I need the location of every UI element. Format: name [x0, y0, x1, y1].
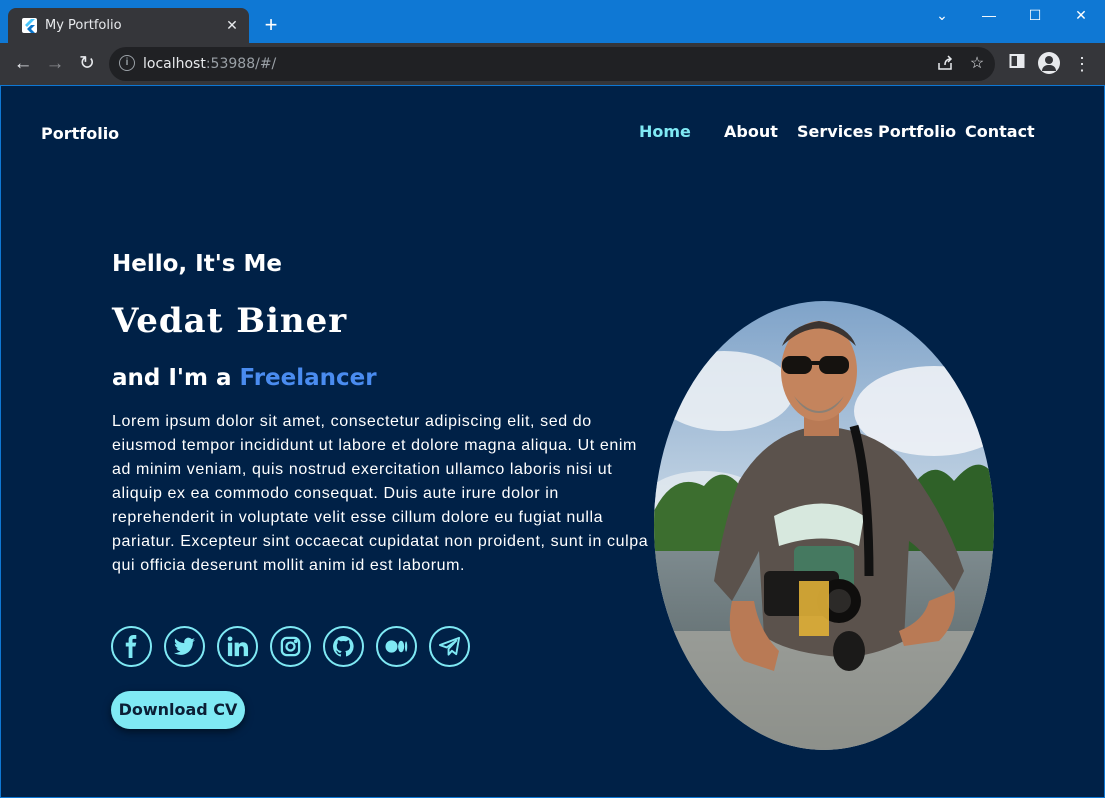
close-window-button[interactable]: ✕: [1058, 0, 1104, 32]
role-highlight: Freelancer: [239, 365, 377, 391]
address-bar[interactable]: i localhost:53988/#/ ☆: [109, 47, 995, 81]
nav-contact[interactable]: Contact: [965, 122, 1035, 141]
profile-icon[interactable]: [1038, 52, 1060, 74]
telegram-icon[interactable]: [429, 626, 470, 667]
site-info-icon[interactable]: i: [119, 55, 135, 71]
facebook-icon[interactable]: [111, 626, 152, 667]
twitter-icon[interactable]: [164, 626, 205, 667]
nav-about[interactable]: About: [724, 122, 778, 141]
forward-icon[interactable]: →: [43, 52, 67, 76]
maximize-button[interactable]: ☐: [1012, 0, 1058, 32]
bookmark-star-icon[interactable]: ☆: [967, 54, 987, 74]
hero-name: Vedat Biner: [112, 301, 348, 341]
tab-close-icon[interactable]: ✕: [223, 16, 241, 34]
side-panel-icon[interactable]: [1006, 53, 1028, 75]
medium-icon[interactable]: [376, 626, 417, 667]
instagram-icon[interactable]: [270, 626, 311, 667]
browser-tab[interactable]: My Portfolio ✕: [8, 8, 249, 43]
share-icon[interactable]: [935, 54, 955, 74]
hero-greeting: Hello, It's Me: [112, 251, 282, 277]
hero-description: Lorem ipsum dolor sit amet, consectetur …: [112, 413, 649, 574]
linkedin-icon[interactable]: [217, 626, 258, 667]
minimize-button[interactable]: —: [966, 0, 1012, 32]
github-icon[interactable]: [323, 626, 364, 667]
nav-home[interactable]: Home: [639, 122, 691, 141]
menu-kebab-icon[interactable]: ⋮: [1071, 53, 1093, 75]
tab-search-icon[interactable]: ⌄: [919, 0, 965, 32]
flutter-icon: [22, 18, 37, 33]
site-brand[interactable]: Portfolio: [41, 124, 119, 143]
back-icon[interactable]: ←: [11, 52, 35, 76]
nav-portfolio[interactable]: Portfolio: [878, 122, 956, 141]
reload-icon[interactable]: ↻: [75, 52, 99, 76]
portfolio-page: Portfolio Home About Services Portfolio …: [1, 86, 1104, 797]
new-tab-button[interactable]: +: [259, 14, 283, 38]
profile-photo: [654, 301, 994, 750]
hero-role: and I'm a Freelancer: [112, 365, 377, 391]
nav-services[interactable]: Services: [797, 122, 873, 141]
browser-toolbar: ← → ↻ i localhost:53988/#/ ☆ ⋮: [0, 43, 1105, 85]
download-cv-button[interactable]: Download CV: [111, 691, 245, 729]
tab-title: My Portfolio: [45, 18, 122, 33]
browser-titlebar: My Portfolio ✕ + ⌄ — ☐ ✕: [0, 0, 1105, 43]
url-text[interactable]: localhost:53988/#/: [143, 56, 276, 72]
